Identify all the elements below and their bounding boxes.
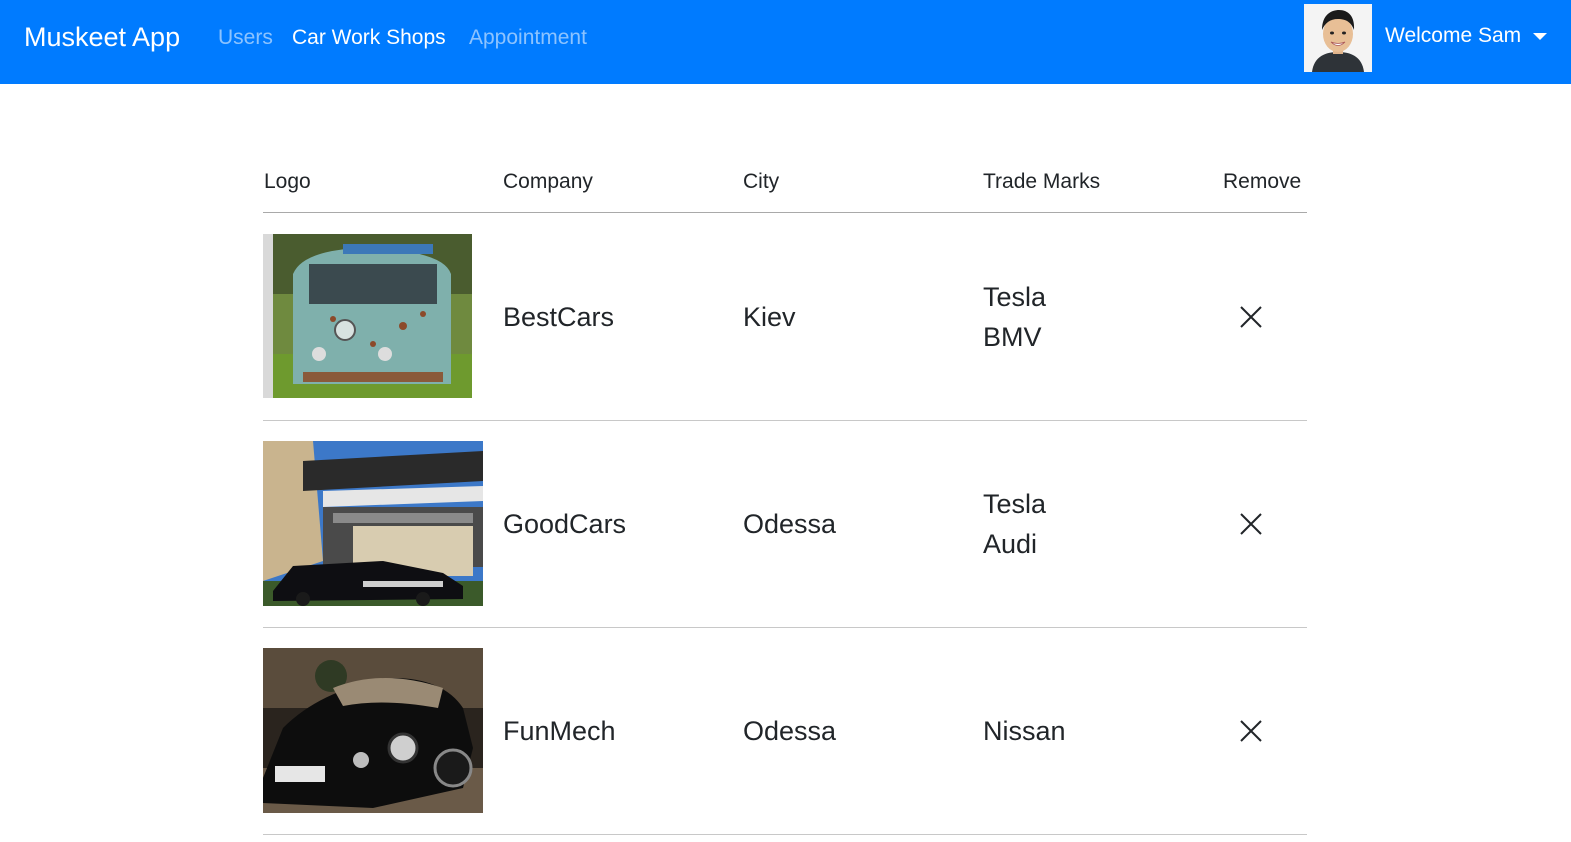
header-remove: Remove	[1223, 170, 1302, 193]
remove-button[interactable]	[1239, 305, 1263, 329]
close-icon	[1240, 306, 1262, 328]
table-row: BestCars Kiev Tesla BMV	[263, 213, 1307, 421]
city-name: Odessa	[743, 509, 837, 539]
sedan-building-photo	[263, 441, 483, 606]
close-icon	[1240, 513, 1262, 535]
city-name: Kiev	[743, 302, 796, 332]
trade-marks-list: Nissan	[983, 711, 1066, 751]
user-menu-toggle[interactable]: Welcome Sam	[1385, 24, 1521, 48]
vintage-car-photo	[263, 648, 483, 813]
nav-link-appointment[interactable]: Appointment	[469, 26, 587, 50]
company-name: BestCars	[503, 302, 615, 332]
nav-link-car-work-shops[interactable]: Car Work Shops	[292, 26, 446, 50]
company-logo	[263, 234, 472, 398]
trade-mark-item: Nissan	[983, 716, 1066, 746]
top-navbar: Muskeet App Users Car Work Shops Appoint…	[0, 0, 1571, 84]
chevron-down-icon[interactable]	[1533, 33, 1547, 40]
vw-bus-photo	[263, 234, 472, 398]
trade-mark-item: Audi	[983, 529, 1038, 559]
header-company: Company	[503, 170, 593, 193]
city-name: Odessa	[743, 716, 837, 746]
avatar-image	[1304, 4, 1372, 72]
trade-mark-item: BMV	[983, 322, 1042, 352]
header-trade-marks: Trade Marks	[983, 170, 1101, 193]
header-city: City	[743, 170, 780, 193]
remove-button[interactable]	[1239, 719, 1263, 743]
trade-marks-list: Tesla BMV	[983, 277, 1046, 357]
remove-button[interactable]	[1239, 512, 1263, 536]
brand-link[interactable]: Muskeet App	[24, 22, 180, 53]
company-logo	[263, 441, 483, 606]
table-row: FunMech Odessa Nissan	[263, 627, 1307, 835]
close-icon	[1240, 720, 1262, 742]
company-name: FunMech	[503, 716, 616, 746]
company-logo	[263, 648, 483, 813]
user-avatar[interactable]	[1304, 4, 1372, 72]
company-name: GoodCars	[503, 509, 627, 539]
trade-marks-list: Tesla Audi	[983, 484, 1046, 564]
header-logo: Logo	[264, 170, 311, 193]
trade-mark-item: Tesla	[983, 489, 1047, 519]
table-row: GoodCars Odessa Tesla Audi	[263, 420, 1307, 628]
trade-mark-item: Tesla	[983, 282, 1047, 312]
nav-link-users[interactable]: Users	[218, 26, 273, 50]
